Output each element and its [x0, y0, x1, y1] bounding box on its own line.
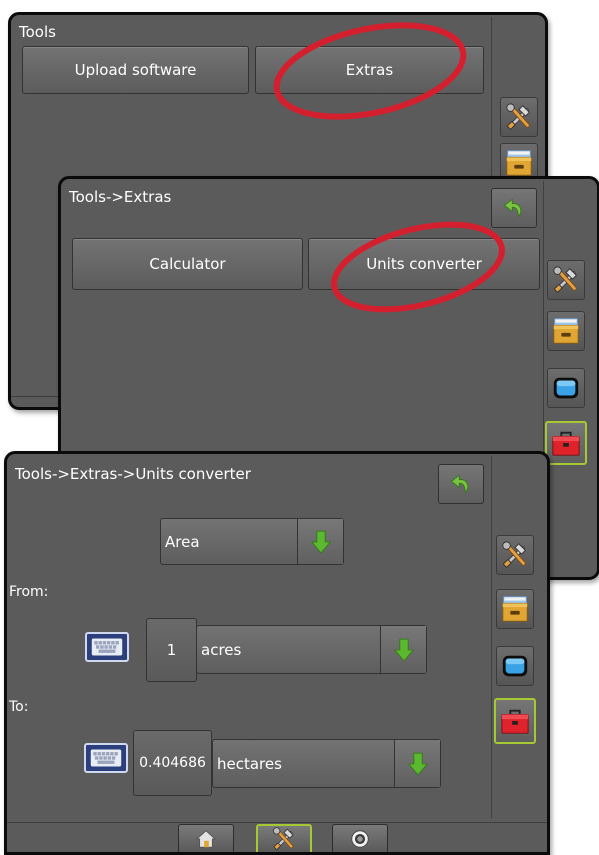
- file-cabinet-icon: [551, 316, 581, 346]
- to-label: To:: [9, 699, 29, 715]
- category-dropdown[interactable]: Area: [160, 518, 344, 565]
- sidebar-data-button[interactable]: [547, 311, 585, 351]
- back-arrow-icon: [448, 471, 474, 497]
- file-cabinet-icon: [500, 594, 530, 624]
- camera-icon: [349, 828, 371, 850]
- sidebar-display-button[interactable]: [496, 646, 534, 686]
- to-unit-dropdown[interactable]: hectares: [212, 739, 441, 788]
- to-unit-value: hectares: [217, 754, 282, 773]
- keyboard-icon: [89, 636, 125, 658]
- file-cabinet-icon: [504, 148, 534, 178]
- tools-icon: [551, 265, 581, 295]
- toolbox-icon: [551, 428, 581, 458]
- dropdown-arrow-button[interactable]: [297, 519, 343, 564]
- chevron-down-icon: [394, 637, 414, 663]
- tools-icon: [504, 102, 534, 132]
- chevron-down-icon: [311, 529, 331, 555]
- monitor-icon: [500, 651, 530, 681]
- calculator-button[interactable]: Calculator: [72, 238, 303, 290]
- from-unit-dropdown[interactable]: acres: [196, 625, 427, 674]
- keyboard-icon: [88, 747, 124, 769]
- sidebar-toolbox-button[interactable]: [545, 421, 587, 465]
- panel-divider: [491, 456, 492, 818]
- units-converter-button[interactable]: Units converter: [308, 238, 540, 290]
- keyboard-button[interactable]: [85, 632, 129, 662]
- tab-home[interactable]: [178, 824, 234, 852]
- to-value-field[interactable]: 0.404686: [133, 730, 212, 796]
- dropdown-arrow-button[interactable]: [394, 740, 440, 787]
- page-title: Tools: [19, 23, 56, 41]
- sidebar-data-button[interactable]: [496, 589, 534, 629]
- keyboard-button[interactable]: [84, 743, 128, 773]
- back-arrow-icon: [501, 195, 527, 221]
- toolbox-icon: [500, 706, 530, 736]
- page-title: Tools->Extras->Units converter: [15, 465, 251, 483]
- from-label: From:: [9, 584, 49, 600]
- upload-software-button[interactable]: Upload software: [22, 46, 249, 94]
- sidebar-toolbox-button[interactable]: [494, 698, 536, 744]
- back-button[interactable]: [491, 188, 537, 228]
- tools-icon: [500, 540, 530, 570]
- monitor-icon: [551, 373, 581, 403]
- extras-button[interactable]: Extras: [255, 46, 484, 94]
- sidebar-tools-button[interactable]: [547, 260, 585, 300]
- units-converter-screen: Tools->Extras->Units converter Area From…: [4, 451, 550, 855]
- page-title: Tools->Extras: [69, 188, 172, 206]
- sidebar-tools-button[interactable]: [500, 97, 538, 137]
- sidebar-tools-button[interactable]: [496, 535, 534, 575]
- dropdown-arrow-button[interactable]: [380, 626, 426, 673]
- home-icon: [195, 828, 217, 850]
- back-button[interactable]: [438, 464, 484, 504]
- tab-camera[interactable]: [332, 824, 388, 852]
- bottom-bar-divider: [7, 822, 547, 823]
- tab-tools[interactable]: [256, 824, 312, 852]
- category-value: Area: [165, 532, 200, 551]
- tools-icon: [271, 826, 297, 852]
- from-unit-value: acres: [201, 640, 242, 659]
- chevron-down-icon: [408, 751, 428, 777]
- sidebar-display-button[interactable]: [547, 368, 585, 408]
- from-value-field[interactable]: 1: [146, 618, 197, 682]
